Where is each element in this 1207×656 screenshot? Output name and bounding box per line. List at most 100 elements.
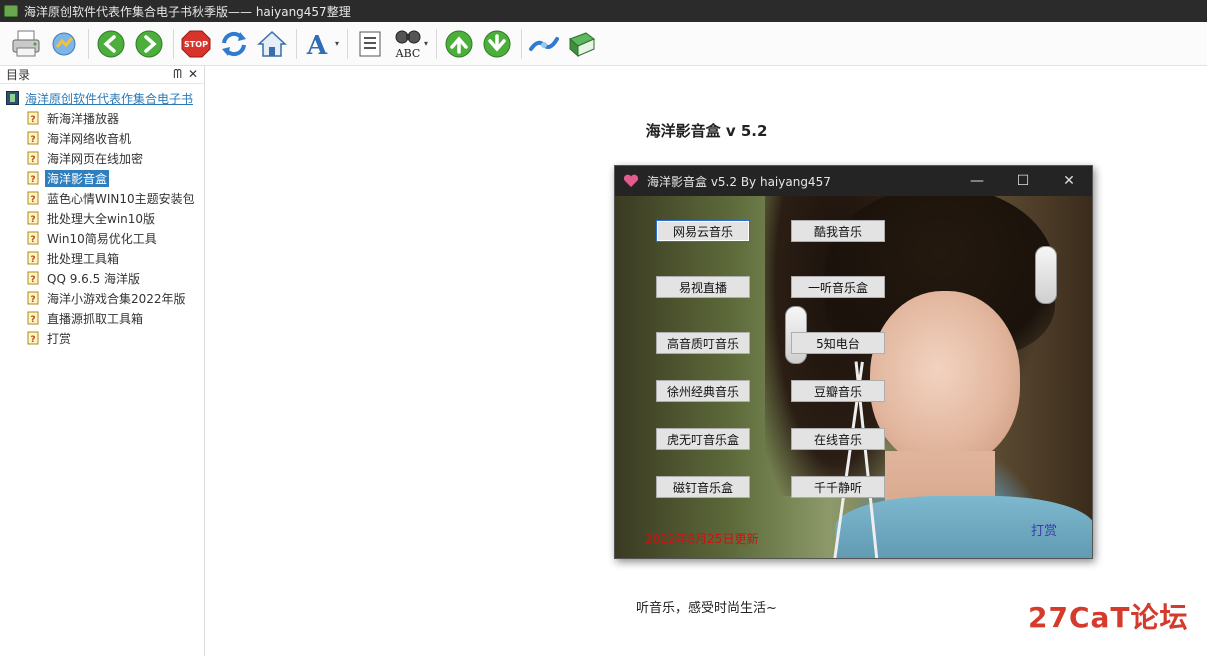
toolbar-separator: [347, 28, 349, 59]
app-button-left[interactable]: 易视直播: [656, 276, 750, 298]
up-button[interactable]: [441, 26, 477, 62]
app-button-right[interactable]: 一听音乐盒: [791, 276, 885, 298]
maximize-button[interactable]: ☐: [1000, 166, 1046, 196]
help-page-icon: ?: [27, 251, 39, 265]
book-icon: [569, 31, 596, 57]
toc-item[interactable]: ? 海洋网络收音机: [0, 128, 204, 148]
font-dropdown-caret[interactable]: ▾: [335, 39, 339, 48]
toolbar: STOP A ▾ ABC ▾: [0, 22, 1207, 66]
app-button-left[interactable]: 徐州经典音乐: [656, 380, 750, 402]
book-button[interactable]: [564, 26, 600, 62]
app-button-left[interactable]: 高音质叮音乐: [656, 332, 750, 354]
help-page-icon: ?: [27, 231, 39, 245]
toc-item[interactable]: ? QQ 9.6.5 海洋版: [0, 268, 204, 288]
toc-item-label: 蓝色心情WIN10主题安装包: [47, 191, 195, 206]
contents-button[interactable]: [352, 26, 388, 62]
font-icon: A: [306, 31, 328, 59]
options-button[interactable]: [46, 26, 82, 62]
search-button[interactable]: ABC: [390, 26, 426, 62]
app-button-right[interactable]: 豆瓣音乐: [791, 380, 885, 402]
arrow-down-icon: [483, 30, 511, 57]
toc-item[interactable]: ? 海洋小游戏合集2022年版: [0, 288, 204, 308]
search-binoculars-icon: ABC: [395, 30, 421, 60]
toolbar-separator: [436, 28, 438, 59]
toolbar-separator: [88, 28, 89, 59]
app-window-title: 海洋影音盒 v5.2 By haiyang457: [647, 174, 831, 189]
stop-button[interactable]: STOP: [178, 26, 214, 62]
help-page-icon: ?: [27, 291, 39, 305]
toc-item[interactable]: ? 批处理大全win10版: [0, 208, 204, 228]
update-note: 2022年8月25日更新: [645, 532, 759, 546]
content-pane: 海洋影音盒 v 5.2 海洋影音盒 v5.2 By haiyang457 — ☐…: [206, 66, 1207, 656]
toc-item-label: 直播源抓取工具箱: [47, 311, 144, 326]
font-button[interactable]: A: [301, 26, 337, 62]
sidebar-title: 目录: [6, 68, 31, 82]
help-page-icon: ?: [27, 211, 39, 225]
close-button[interactable]: ✕: [1046, 166, 1092, 196]
down-button[interactable]: [479, 26, 515, 62]
home-button[interactable]: [254, 26, 290, 62]
toc-item[interactable]: ? 海洋网页在线加密: [0, 148, 204, 168]
help-page-icon: ?: [27, 311, 39, 325]
back-button[interactable]: [93, 26, 129, 62]
toc-item[interactable]: ? 直播源抓取工具箱: [0, 308, 204, 328]
toolbar-separator: [521, 28, 523, 59]
close-icon[interactable]: ✕: [188, 67, 198, 82]
svg-text:?: ?: [30, 215, 35, 225]
tree-root-label: 海洋原创软件代表作集合电子书: [25, 91, 194, 106]
sync-button[interactable]: [526, 26, 562, 62]
search-icon-label: ABC: [395, 47, 421, 60]
toc-item[interactable]: ? 蓝色心情WIN10主题安装包: [0, 188, 204, 208]
toc-item-label: 海洋网络收音机: [47, 131, 132, 146]
toc-item[interactable]: ? 海洋影音盒: [0, 168, 204, 188]
pin-icon[interactable]: ᗰ: [173, 67, 182, 82]
toc-item[interactable]: ? 批处理工具箱: [0, 248, 204, 268]
stop-icon-label: STOP: [184, 40, 208, 49]
svg-text:?: ?: [30, 255, 35, 265]
toc-item-label: 批处理工具箱: [47, 251, 120, 266]
app-button-right[interactable]: 千千静听: [791, 476, 885, 498]
app-button-right[interactable]: 在线音乐: [791, 428, 885, 450]
app-button-left[interactable]: 网易云音乐: [656, 220, 750, 242]
toc-item-label: 批处理大全win10版: [47, 211, 156, 226]
svg-text:?: ?: [30, 115, 35, 125]
refresh-icon: [222, 31, 246, 56]
search-dropdown-caret[interactable]: ▾: [424, 39, 428, 48]
app-button-right[interactable]: 酷我音乐: [791, 220, 885, 242]
toc-item-label: 新海洋播放器: [47, 111, 120, 126]
app-window-background-photo: 网易云音乐易视直播高音质叮音乐 徐州经典音乐 虎无叮音乐盒 磁钉音乐盒 酷我音乐一听音乐…: [615, 196, 1092, 558]
print-button[interactable]: [8, 26, 44, 62]
svg-text:?: ?: [30, 235, 35, 245]
toc-item[interactable]: ? 打赏: [0, 328, 204, 348]
svg-text:?: ?: [30, 155, 35, 165]
window-titlebar: 海洋原创软件代表作集合电子书秋季版—— haiyang457整理: [0, 0, 1207, 22]
minimize-button[interactable]: —: [954, 166, 1000, 196]
app-button-right[interactable]: 5知电台: [791, 332, 885, 354]
toolbar-separator: [173, 28, 174, 59]
svg-text:A: A: [306, 31, 328, 59]
svg-text:?: ?: [30, 135, 35, 145]
forward-button[interactable]: [131, 26, 167, 62]
toc-sidebar: 目录 ᗰ ✕ 海洋原创软件代表作集合电子书 ? 新海洋播放器? 海洋网络收音机? 海洋…: [0, 66, 205, 656]
svg-text:?: ?: [30, 275, 35, 285]
tip-link[interactable]: 打赏: [1031, 520, 1057, 539]
arrow-right-icon: [135, 30, 163, 57]
sync-icon: [529, 36, 560, 51]
toc-item-label: Win10简易优化工具: [47, 231, 157, 246]
tree-root[interactable]: 海洋原创软件代表作集合电子书: [0, 88, 204, 108]
toolbar-separator: [296, 28, 297, 59]
svg-text:?: ?: [30, 315, 35, 325]
photo-face: [870, 291, 1020, 466]
app-button-left[interactable]: 磁钉音乐盒: [656, 476, 750, 498]
toc-tree: 海洋原创软件代表作集合电子书 ? 新海洋播放器? 海洋网络收音机? 海洋网页在线加密?…: [0, 84, 204, 348]
arrow-left-icon: [97, 30, 125, 57]
arrow-up-icon: [445, 30, 473, 57]
toc-item-label: 海洋网页在线加密: [47, 151, 144, 166]
toc-item[interactable]: ? Win10简易优化工具: [0, 228, 204, 248]
refresh-button[interactable]: [216, 26, 252, 62]
options-icon: [52, 32, 76, 55]
ebook-icon: [6, 91, 19, 105]
toc-item[interactable]: ? 新海洋播放器: [0, 108, 204, 128]
app-button-left[interactable]: 虎无叮音乐盒: [656, 428, 750, 450]
sidebar-header: 目录 ᗰ ✕: [0, 66, 204, 84]
